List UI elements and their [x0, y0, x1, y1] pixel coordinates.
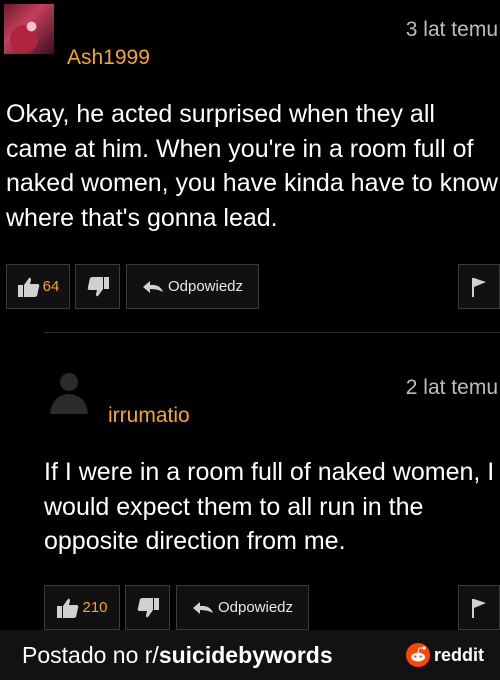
downvote-button[interactable] — [75, 264, 120, 309]
avatar[interactable] — [4, 4, 54, 54]
comment-line: If I were in a room full of naked women,… — [44, 458, 495, 486]
reddit-alien-icon — [405, 643, 430, 667]
downvote-button[interactable] — [125, 585, 170, 630]
posted-in-prefix: Postado no r/ — [22, 641, 159, 668]
thumbs-down-icon — [137, 597, 159, 617]
comment-username[interactable]: irrumatio — [108, 404, 190, 428]
comment-line: naked women, you have kinda have to know — [6, 169, 498, 197]
posted-in-text: Postado no r/suicidebywords — [22, 642, 333, 669]
reddit-logo: reddit — [405, 643, 484, 667]
comment-line: came at him. When you're in a room full … — [6, 134, 474, 163]
comment-body: Okay, he acted surprised when they all c… — [6, 97, 500, 235]
upvote-button[interactable]: 64 — [6, 264, 70, 309]
comment-timestamp: 3 lat temu — [405, 18, 498, 41]
reply-button[interactable]: Odpowiedz — [126, 264, 259, 309]
thumbs-down-icon — [87, 276, 109, 296]
comment-username[interactable]: Ash1999 — [67, 46, 150, 70]
comment-timestamp: 2 lat temu — [405, 376, 498, 399]
reply-arrow-icon — [192, 601, 213, 614]
flag-icon — [472, 598, 486, 618]
upvote-count: 64 — [42, 278, 60, 295]
comment-line: Okay, he acted surprised when they all — [6, 100, 435, 128]
comment-line: where that's gonna lead. — [6, 203, 278, 232]
comment-line: opposite direction from me. — [44, 527, 346, 555]
avatar[interactable] — [44, 364, 94, 414]
thumbs-up-icon — [17, 277, 39, 297]
reply-label: Odpowiedz — [217, 599, 294, 616]
reply-arrow-icon — [142, 280, 163, 293]
comment-line: would expect them to all run in the — [44, 492, 424, 521]
flag-icon — [472, 277, 486, 297]
comment-body: If I were in a room full of naked women,… — [44, 455, 500, 559]
report-flag-button[interactable] — [458, 585, 500, 630]
subreddit-name[interactable]: suicidebywords — [159, 642, 333, 668]
footer-bar: Postado no r/suicidebywords reddit — [0, 630, 500, 680]
upvote-button[interactable]: 210 — [44, 585, 120, 630]
reply-label: Odpowiedz — [167, 278, 244, 295]
reply-button[interactable]: Odpowiedz — [176, 585, 309, 630]
divider — [44, 332, 500, 333]
reddit-wordmark: reddit — [433, 644, 484, 665]
report-flag-button[interactable] — [458, 264, 500, 309]
thumbs-up-icon — [57, 598, 79, 618]
default-avatar-icon — [50, 373, 88, 414]
upvote-count: 210 — [82, 599, 108, 616]
